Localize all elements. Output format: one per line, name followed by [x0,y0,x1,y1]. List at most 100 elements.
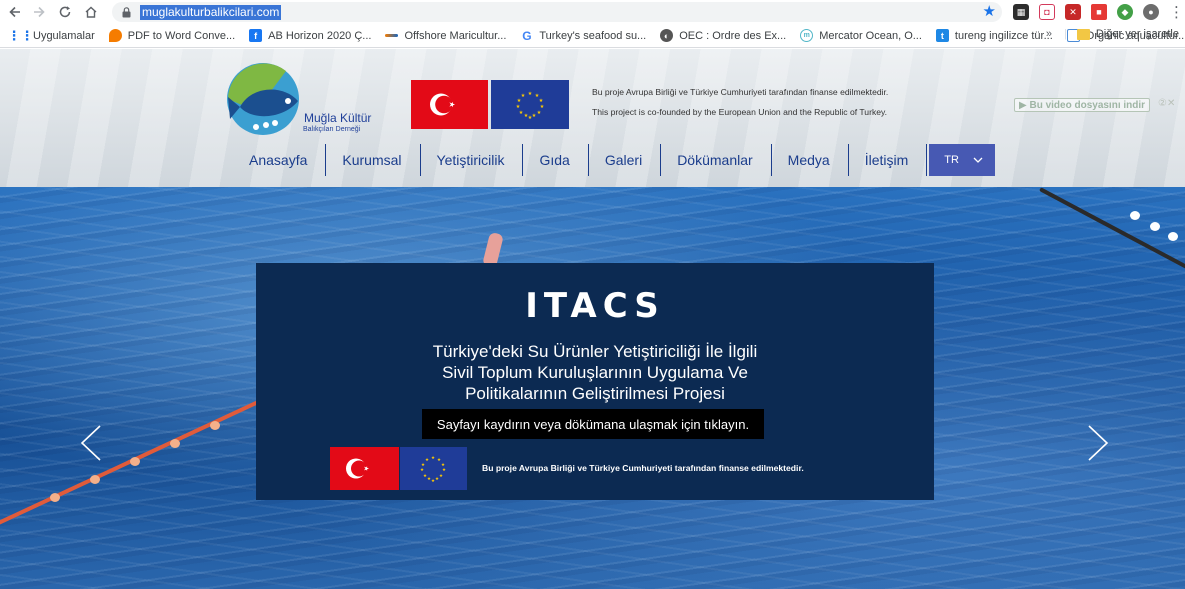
hero-title: ITACS [525,286,665,326]
svg-text:★: ★ [521,93,526,99]
other-bookmarks[interactable]: Diğer yer işaretle [1096,28,1179,40]
nav-item-yetistiricilik[interactable]: Yetiştiricilik [421,144,524,176]
svg-text:★: ★ [442,467,446,472]
bookmark-apps[interactable]: ⋮⋮ Uygulamalar [8,28,95,43]
browser-toolbar: muglakulturbalikcilari.com ★ ▦ ◘ ✕ ■ ◆ ●… [0,0,1185,24]
bookmark-mercator[interactable]: m Mercator Ocean, O... [800,29,922,42]
extension-shield-icon[interactable]: ✕ [1065,4,1081,20]
svg-text:★: ★ [435,476,439,481]
extension-pocket-icon[interactable]: ◘ [1039,4,1055,20]
hero-panel: ITACS Türkiye'deki Su Ürünler Yetiştiric… [256,263,934,500]
funding-info-tr: Bu proje Avrupa Birliği ve Türkiye Cumhu… [592,87,889,97]
logo-title: Muğla Kültür [304,111,372,125]
offshore-icon [385,34,399,37]
nav-item-iletisim[interactable]: İletişim [849,144,928,176]
prev-slide-icon[interactable] [80,425,102,461]
svg-text:★: ★ [516,104,521,110]
bookmarks-bar: ⋮⋮ Uygulamalar PDF to Word Conve... f AB… [0,24,1185,48]
bookmarks-overflow-icon[interactable]: » [1046,28,1052,40]
svg-text:★: ★ [425,457,429,462]
google-icon: G [522,28,532,43]
bookmark-label: Uygulamalar [33,29,95,42]
svg-text:★: ★ [528,91,533,97]
funding-info-en: This project is co-founded by the Europe… [592,107,888,117]
main-nav: Anasayfa Kurumsal Yetiştiricilik Gıda Ga… [235,144,996,176]
bookmark-label: Turkey's seafood su... [539,29,647,42]
svg-text:★: ★ [423,473,427,478]
video-download-close[interactable]: ②✕ [1158,98,1175,109]
oec-icon: ◐ [660,29,674,42]
eu-flag: ★ ★ ★ ★ ★ ★ ★ ★ ★ ★ ★ ★ [400,447,467,490]
reload-icon[interactable] [54,1,76,23]
svg-text:★: ★ [439,473,443,478]
nav-item-galeri[interactable]: Galeri [589,144,662,176]
svg-text:★: ★ [532,113,537,119]
logo-subtitle: Balıkçıları Derneği [303,126,361,133]
bookmark-oec[interactable]: ◐ OEC : Ordre des Ex... [660,29,786,42]
home-icon[interactable] [80,1,102,23]
bookmark-label: tureng ingilizce tür... [954,29,1053,42]
turkey-flag [330,447,399,490]
buoy [130,457,140,466]
svg-text:★: ★ [519,110,524,116]
extension-qr-icon[interactable]: ▦ [1013,4,1029,20]
hero-line: Türkiye'deki Su Ürünler Yetiştiriciliği … [432,342,758,361]
bookmarks-overflow: » | Diğer yer işaretle [1046,28,1179,40]
bookmark-label: AB Horizon 2020 Ç... [268,29,372,42]
back-icon[interactable] [4,1,26,23]
address-bar[interactable]: muglakulturbalikcilari.com ★ [112,2,1002,22]
pdf-converter-icon [108,29,122,42]
buoy [1150,222,1160,231]
language-selector[interactable]: TR [929,144,996,176]
bookmark-star-icon[interactable]: ★ [983,4,996,20]
buoy [1130,211,1140,220]
buoy [210,421,220,430]
bookmark-turkey-seafood[interactable]: G Turkey's seafood su... [520,28,647,43]
hero-line: Politikalarının Geliştirilmesi Projesi [465,384,725,403]
bookmark-offshore[interactable]: Offshore Maricultur... [385,30,506,42]
nav-item-dokumanlar[interactable]: Dökümanlar [661,144,772,176]
eu-flag: ★ ★ ★ ★ ★ ★ ★ ★ ★ ★ ★ ★ [491,80,569,129]
bookmarks-divider: | [1064,28,1067,40]
buoy [1168,232,1178,241]
scroll-cta-button[interactable]: Sayfayı kaydırın veya dökümana ulaşmak i… [422,409,764,439]
bookmark-label: PDF to Word Conve... [127,29,236,42]
extension-lastpass-icon[interactable]: ■ [1091,4,1107,20]
bookmark-ab-horizon[interactable]: f AB Horizon 2020 Ç... [249,29,371,42]
lock-icon [122,6,131,17]
bookmark-label: Mercator Ocean, O... [819,29,922,42]
nav-item-medya[interactable]: Medya [772,144,849,176]
hero-slider: ITACS Türkiye'deki Su Ürünler Yetiştiric… [0,187,1185,589]
extension-globe-icon[interactable]: ◆ [1117,4,1133,20]
video-download-button[interactable]: ▶ Bu video dosyasını indir [1014,98,1151,112]
funding-note: Bu proje Avrupa Birliği ve Türkiye Cumhu… [482,463,804,473]
buoy [50,493,60,502]
folder-icon [1076,28,1090,40]
website: Muğla Kültür Balıkçıları Derneği ★ ★ ★ ★ ★ ★… [0,49,1185,589]
chevron-down-icon [973,157,983,163]
hero-description: Türkiye'deki Su Ürünler Yetiştiriciliği … [256,341,934,404]
url-text[interactable]: muglakulturbalikcilari.com [140,4,282,20]
next-slide-icon[interactable] [1087,425,1109,461]
bookmark-tureng[interactable]: t tureng ingilizce tür... [935,29,1053,42]
mercator-icon: m [800,29,814,42]
svg-text:★: ★ [431,455,435,460]
turkey-flag [411,80,488,129]
nav-item-gida[interactable]: Gıda [523,144,589,176]
profile-avatar-icon[interactable]: ● [1143,4,1159,20]
buoy [90,475,100,484]
svg-text:★: ★ [528,115,533,121]
bookmark-label: Offshore Maricultur... [404,29,507,42]
svg-text:★: ★ [420,467,424,472]
extensions-bar: ▦ ◘ ✕ ■ ◆ ● ⋮ [1013,3,1184,21]
browser-menu-icon[interactable]: ⋮ [1169,3,1184,21]
svg-text:★: ★ [537,110,542,116]
language-label: TR [944,154,959,166]
nav-item-kurumsal[interactable]: Kurumsal [326,144,421,176]
bookmark-label: OEC : Ordre des Ex... [679,29,787,42]
forward-icon[interactable] [28,1,50,23]
hero-line: Sivil Toplum Kuruluşlarının Uygulama Ve [442,363,748,382]
svg-text:★: ★ [421,462,425,467]
bookmark-pdf-to-word[interactable]: PDF to Word Conve... [108,29,236,42]
nav-item-anasayfa[interactable]: Anasayfa [235,144,327,176]
